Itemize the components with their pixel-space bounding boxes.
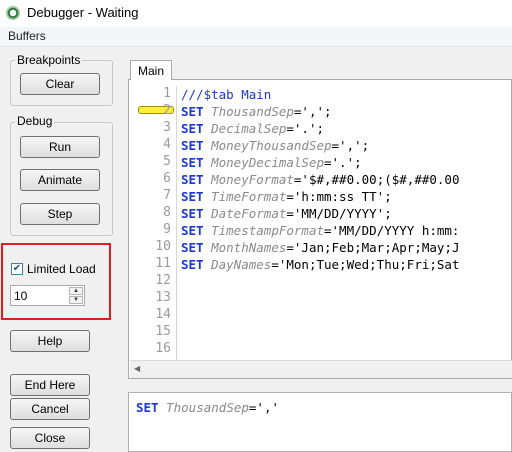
literal-token: ='h:mm:ss TT'; xyxy=(286,189,392,204)
code-line: SET MoneyDecimalSep='.'; xyxy=(181,155,511,170)
line-number: 12 xyxy=(155,273,171,288)
line-number: 5 xyxy=(163,154,171,169)
keyword-token: SET xyxy=(181,223,212,238)
literal-token: =',' xyxy=(248,400,280,415)
gutter-divider xyxy=(176,86,177,360)
variable-token: MoneyFormat xyxy=(211,172,294,187)
code-line: SET ThousandSep=','; xyxy=(181,104,511,119)
line-number: 9 xyxy=(163,222,171,237)
literal-token: ='$#,##0.00;($#,##0.00 xyxy=(293,172,460,187)
keyword-token: SET xyxy=(181,155,212,170)
line-number: 2 xyxy=(163,103,171,118)
debugger-app-icon xyxy=(6,6,20,20)
variable-token: MonthNames xyxy=(211,240,287,255)
literal-token: ='.'; xyxy=(324,155,362,170)
code-line: SET TimestampFormat='MM/DD/YYYY h:mm: xyxy=(181,223,511,238)
limited-load-count-value: 10 xyxy=(14,289,28,303)
line-number: 10 xyxy=(155,239,171,254)
clear-breakpoints-button[interactable]: Clear xyxy=(20,73,100,95)
line-number: 14 xyxy=(155,307,171,322)
literal-token: ='MM/DD/YYYY'; xyxy=(286,206,392,221)
keyword-token: SET xyxy=(181,104,212,119)
line-number: 6 xyxy=(163,171,171,186)
keyword-token: SET xyxy=(181,206,212,221)
line-number: 4 xyxy=(163,137,171,152)
code-line: ///$tab Main xyxy=(181,87,511,102)
close-button[interactable]: Close xyxy=(10,427,90,449)
literal-token: =','; xyxy=(293,104,332,119)
variable-token: TimestampFormat xyxy=(211,223,324,238)
keyword-token: SET xyxy=(181,121,212,136)
current-statement-text: SET ThousandSep=',' xyxy=(136,400,279,415)
animate-button[interactable]: Animate xyxy=(20,169,100,191)
keyword-token: SET xyxy=(181,138,212,153)
debug-group-label: Debug xyxy=(15,114,55,128)
keyword-token: SET xyxy=(181,240,212,255)
line-number: 16 xyxy=(155,341,171,356)
keyword-token: SET xyxy=(136,400,167,415)
line-number: 15 xyxy=(155,324,171,339)
keyword-token: SET xyxy=(181,172,212,187)
title-bar: Debugger - Waiting xyxy=(0,0,512,27)
code-line: SET DateFormat='MM/DD/YYYY'; xyxy=(181,206,511,221)
scroll-left-arrow-icon[interactable]: ◀ xyxy=(134,364,140,373)
keyword-token: SET xyxy=(181,257,212,272)
limited-load-checkbox[interactable]: ✔ xyxy=(11,263,23,275)
code-line: SET MoneyFormat='$#,##0.00;($#,##0.00 xyxy=(181,172,511,187)
line-number: 1 xyxy=(163,86,171,101)
checkmark-icon: ✔ xyxy=(12,263,22,274)
literal-token: ='Mon;Tue;Wed;Thu;Fri;Sat xyxy=(271,257,460,272)
code-line: SET DecimalSep='.'; xyxy=(181,121,511,136)
line-number: 13 xyxy=(155,290,171,305)
variable-token: DateFormat xyxy=(211,206,287,221)
help-button[interactable]: Help xyxy=(10,330,90,352)
window-title: Debugger - Waiting xyxy=(27,5,139,20)
literal-token: ='Jan;Feb;Mar;Apr;May;J xyxy=(286,240,460,255)
variable-token: MoneyDecimalSep xyxy=(211,155,324,170)
line-number: 3 xyxy=(163,120,171,135)
line-number: 8 xyxy=(163,205,171,220)
variable-token: MoneyThousandSep xyxy=(211,138,332,153)
literal-token: =','; xyxy=(331,138,370,153)
menu-item-buffers[interactable]: Buffers xyxy=(8,29,46,43)
line-number: 11 xyxy=(155,256,171,271)
limited-load-count-input[interactable]: 10 ▲ ▼ xyxy=(10,285,85,306)
code-line: SET TimeFormat='h:mm:ss TT'; xyxy=(181,189,511,204)
code-line: SET MoneyThousandSep=','; xyxy=(181,138,511,153)
step-button[interactable]: Step xyxy=(20,203,100,225)
keyword-token: SET xyxy=(181,189,212,204)
literal-token: ='MM/DD/YYYY h:mm: xyxy=(324,223,460,238)
tab-main[interactable]: Main xyxy=(130,60,172,80)
spin-down-icon[interactable]: ▼ xyxy=(69,296,83,304)
horizontal-scrollbar[interactable] xyxy=(130,360,512,378)
line-number: 7 xyxy=(163,188,171,203)
variable-token: ThousandSep xyxy=(211,104,294,119)
variable-token: ThousandSep xyxy=(166,400,249,415)
limited-load-label: Limited Load xyxy=(27,262,96,276)
code-line: SET DayNames='Mon;Tue;Wed;Thu;Fri;Sat xyxy=(181,257,511,272)
variable-token: DayNames xyxy=(211,257,272,272)
variable-token: TimeFormat xyxy=(211,189,287,204)
code-line: SET MonthNames='Jan;Feb;Mar;Apr;May;J xyxy=(181,240,511,255)
limited-load-highlight xyxy=(1,243,111,320)
literal-token: ='.'; xyxy=(286,121,325,136)
cancel-button[interactable]: Cancel xyxy=(10,398,90,420)
run-button[interactable]: Run xyxy=(20,136,100,158)
variable-token: DecimalSep xyxy=(211,121,287,136)
comment-token: ///$tab Main xyxy=(181,87,272,102)
end-here-button[interactable]: End Here xyxy=(10,374,90,396)
menu-bar: Buffers xyxy=(0,27,512,47)
spin-up-icon[interactable]: ▲ xyxy=(69,287,83,295)
breakpoints-group-label: Breakpoints xyxy=(15,53,83,67)
